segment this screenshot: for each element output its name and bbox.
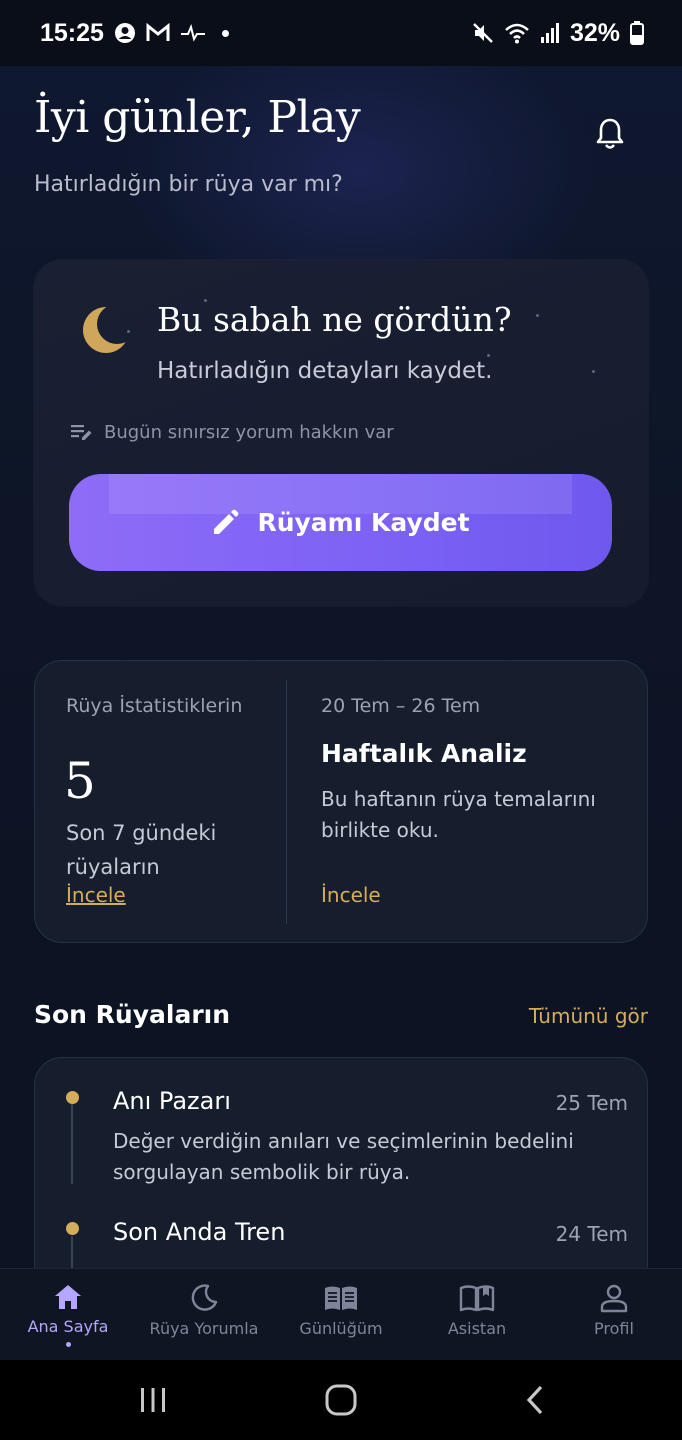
nav-label: Asistan [447, 1319, 507, 1338]
edit-note-icon [71, 425, 92, 440]
weekly-date-range: 20 Tem – 26 Tem [321, 695, 481, 717]
battery-percent: 32% [569, 18, 620, 47]
system-navigation-bar [0, 1360, 682, 1440]
nav-journal[interactable]: Günlüğüm [273, 1269, 409, 1361]
stats-divider [286, 680, 287, 924]
nav-label: Günlüğüm [299, 1319, 383, 1338]
timeline-line [71, 1104, 73, 1184]
dream-item-date: 24 Tem [555, 1222, 628, 1246]
dream-item-description: Değer verdiğin anıları ve seçimlerinin b… [113, 1129, 574, 1184]
nav-label: Rüya Yorumla [149, 1319, 259, 1338]
timeline-dot [66, 1222, 79, 1235]
dream-item-title[interactable]: Anı Pazarı [113, 1087, 231, 1115]
save-dream-label: Rüyamı Kaydet [257, 508, 470, 537]
account-icon [114, 23, 135, 43]
recent-apps-button[interactable] [120, 1360, 186, 1440]
open-book-icon [459, 1285, 495, 1312]
star-decoration [592, 370, 595, 373]
pulse-icon [180, 23, 205, 42]
status-time: 15:25 [40, 18, 104, 47]
dream-card-title: Bu sabah ne gördün? [157, 300, 512, 339]
bottom-navigation: Ana Sayfa Rüya Yorumla Günlüğüm Asistan … [0, 1268, 682, 1360]
weekly-review-link[interactable]: İncele [321, 883, 381, 907]
stats-label: Rüya İstatistiklerin [66, 695, 243, 717]
quota-text: Bugün sınırsız yorum hakkın var [104, 421, 394, 443]
nav-label: Ana Sayfa [27, 1317, 109, 1336]
recent-apps-icon [141, 1388, 165, 1412]
active-indicator [65, 1342, 71, 1347]
star-decoration [536, 314, 539, 317]
battery-icon [630, 21, 644, 45]
nav-assistant[interactable]: Asistan [409, 1269, 545, 1361]
dream-card-subtitle: Hatırladığın detayları kaydet. [157, 358, 493, 384]
status-bar: 15:25 32% [0, 0, 682, 66]
quota-info: Bugün sınırsız yorum hakkın var [70, 421, 394, 443]
stats-review-link[interactable]: İncele [66, 883, 126, 907]
mail-icon [146, 23, 170, 41]
stats-description: Son 7 gündeki rüyaların [66, 821, 217, 879]
bell-icon [596, 118, 624, 149]
moon-icon [83, 307, 129, 353]
back-button[interactable] [502, 1360, 568, 1440]
home-icon [55, 1285, 81, 1309]
nav-interpret[interactable]: Rüya Yorumla [136, 1269, 272, 1361]
nav-profile[interactable]: Profil [546, 1269, 682, 1361]
mute-icon [473, 23, 493, 43]
back-icon [526, 1385, 543, 1415]
stats-count: 5 [64, 752, 96, 810]
greeting-subtitle: Hatırladığın bir rüya var mı? [34, 172, 343, 197]
star-decoration [487, 354, 490, 357]
home-circle-icon [325, 1384, 357, 1416]
save-dream-button[interactable]: Rüyamı Kaydet [69, 474, 612, 571]
weekly-analysis-description: Bu haftanın rüya temalarını birlikte oku… [321, 787, 596, 842]
see-all-link[interactable]: Tümünü gör [529, 1004, 648, 1028]
weekly-analysis-title: Haftalık Analiz [321, 739, 527, 768]
timeline-dot [66, 1091, 79, 1104]
book-icon [325, 1286, 357, 1310]
person-icon [600, 1284, 628, 1313]
signal-icon [540, 23, 559, 43]
dream-item-title[interactable]: Son Anda Tren [113, 1218, 285, 1246]
moon-icon [191, 1284, 218, 1311]
pencil-icon [214, 509, 239, 534]
greeting-title: İyi günler, Play [34, 92, 361, 143]
notifications-button[interactable] [589, 112, 631, 156]
notification-dot-icon [221, 29, 229, 37]
nav-label: Profil [594, 1319, 634, 1338]
nav-home[interactable]: Ana Sayfa [0, 1269, 136, 1361]
recent-dreams-heading: Son Rüyaların [34, 1000, 231, 1029]
dream-item-date: 25 Tem [555, 1091, 628, 1115]
home-system-button[interactable] [308, 1360, 374, 1440]
wifi-icon [505, 23, 529, 44]
